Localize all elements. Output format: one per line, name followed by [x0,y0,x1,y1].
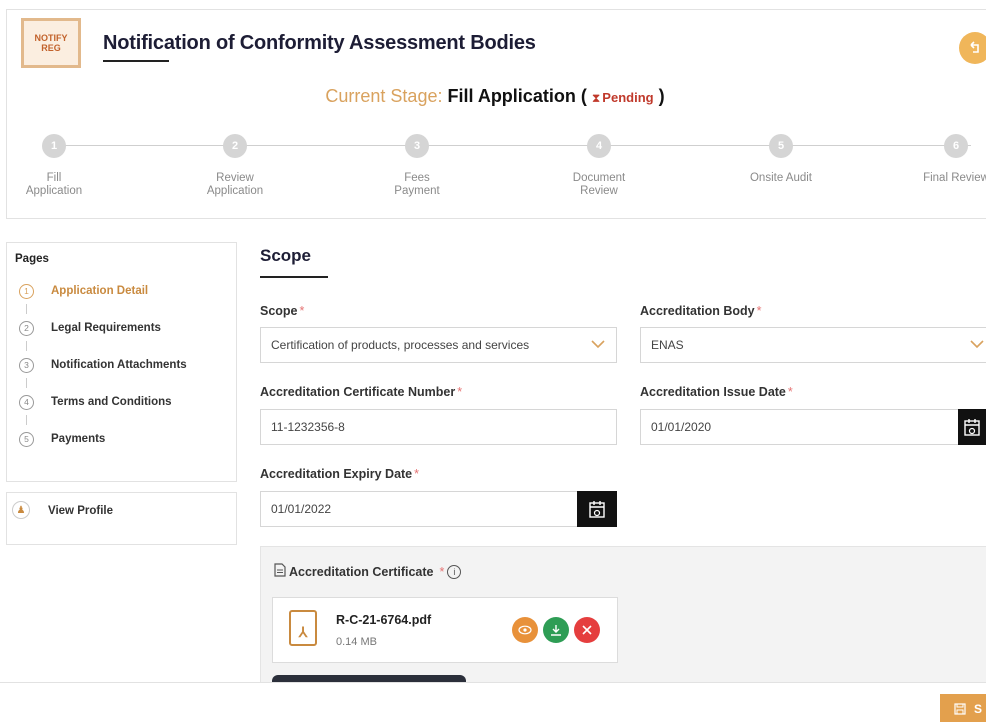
accreditation-body-value: ENAS [651,338,684,352]
download-icon [551,625,561,636]
page-number: 2 [19,320,34,336]
pages-nav: Pages 1 Application Detail 2 Legal Requirem… [6,242,237,482]
submit-label: S [974,702,983,716]
document-icon [274,563,286,580]
page-number: 3 [19,357,34,373]
sidebar-item-label: Payments [51,433,106,445]
sidebar-item-label: Application Detail [51,285,149,297]
page-connector [26,304,27,314]
page-root: NOTIFY REG Notification of Conformity As… [0,0,986,722]
step-number: 3 [405,134,429,158]
header-card: NOTIFY REG Notification of Conformity As… [6,9,986,219]
expiry-date-calendar-button[interactable] [577,491,617,527]
view-profile-link[interactable]: ♟ View Profile [6,492,237,545]
certificate-number-label: Accreditation Certificate Number * [260,385,463,399]
section-underline [260,276,328,278]
step-number: 1 [42,134,66,158]
page-connector [26,415,27,425]
app-logo: NOTIFY REG [21,18,81,68]
step-label: Review Application [206,172,264,197]
footer-bar: S [0,682,986,722]
pages-title: Pages [15,253,49,265]
step-number: 6 [944,134,968,158]
page-title: Notification of Conformity Assessment Bo… [103,32,536,54]
file-card: ⅄ R-C-21-6764.pdf 0.14 MB [272,597,618,663]
view-profile-label: View Profile [48,505,113,517]
expiry-date-input[interactable]: 01/01/2022 [260,491,578,527]
page-connector [26,378,27,388]
issue-date-label: Accreditation Issue Date * [640,385,793,399]
view-file-button[interactable] [512,617,538,643]
current-stage: Current Stage: Fill Application ( ⧗ Pendi… [325,86,665,106]
save-icon [954,703,966,715]
step-number: 2 [223,134,247,158]
logo-line1: NOTIFY [34,33,68,43]
close-icon [582,625,592,635]
file-name: R-C-21-6764.pdf [336,613,432,627]
issue-date-input[interactable]: 01/01/2020 [640,409,960,445]
attachment-title: Accreditation Certificate * i [274,563,462,580]
sidebar-item-label: Legal Requirements [51,322,161,334]
step-4: 4 Document Review [539,134,659,198]
page-number: 4 [19,394,34,410]
step-1: 1 Fill Application [0,134,114,198]
section-title: Scope [260,246,312,265]
stage-status: Pending [602,90,654,105]
certificate-number-input[interactable]: 11-1232356-8 [260,409,617,445]
delete-file-button[interactable] [574,617,600,643]
sidebar-item-label: Terms and Conditions [51,396,172,408]
hourglass-icon: ⧗ [591,91,601,105]
sidebar-item-terms-and-conditions[interactable]: 4 Terms and Conditions [19,394,172,410]
attachment-panel: Accreditation Certificate * i ⅄ R-C-21-67… [260,546,986,689]
page-connector [26,341,27,351]
scope-label: Scope * [260,304,305,318]
stage-label: Current Stage: [325,86,443,106]
sidebar-item-application-detail[interactable]: 1 Application Detail [19,283,148,299]
chevron-down-icon [590,336,606,357]
page-number: 5 [19,431,34,447]
step-label: Document Review [572,172,626,197]
logo-line2: REG [41,43,61,53]
title-underline [103,60,169,62]
step-label: Final Review [923,172,986,184]
step-label: Onsite Audit [749,172,812,184]
step-5: 5 Onsite Audit [721,134,841,185]
step-number: 4 [587,134,611,158]
calendar-icon [589,501,605,518]
issue-date-calendar-button[interactable] [958,409,986,445]
sidebar-item-notification-attachments[interactable]: 3 Notification Attachments [19,357,187,373]
sidebar-item-label: Notification Attachments [51,359,187,371]
step-number: 5 [769,134,793,158]
scope-select[interactable]: Certification of products, processes and… [260,327,617,363]
expiry-date-label: Accreditation Expiry Date * [260,467,420,481]
accreditation-body-label: Accreditation Body * [640,304,762,318]
step-3: 3 Fees Payment [357,134,477,198]
sidebar-item-payments[interactable]: 5 Payments [19,431,105,447]
back-arrow-icon [970,41,979,53]
step-2: 2 Review Application [175,134,295,198]
calendar-icon [964,419,980,436]
chevron-down-icon [969,336,985,357]
stage-value: Fill Application [447,86,576,106]
pdf-file-icon: ⅄ [289,610,317,646]
step-label: Fees Payment [394,172,440,197]
accreditation-body-select[interactable]: ENAS [640,327,986,363]
step-6: 6 Final Review [896,134,986,185]
page-number: 1 [19,283,34,299]
eye-icon [518,625,532,635]
scope-value: Certification of products, processes and… [271,338,530,352]
step-label: Fill Application [25,172,83,197]
user-avatar-icon: ♟ [12,501,30,519]
download-file-button[interactable] [543,617,569,643]
sidebar-item-legal-requirements[interactable]: 2 Legal Requirements [19,320,161,336]
info-icon[interactable]: i [447,564,462,579]
submit-button[interactable]: S [940,694,986,722]
back-button[interactable] [959,32,986,64]
file-size: 0.14 MB [336,636,377,648]
